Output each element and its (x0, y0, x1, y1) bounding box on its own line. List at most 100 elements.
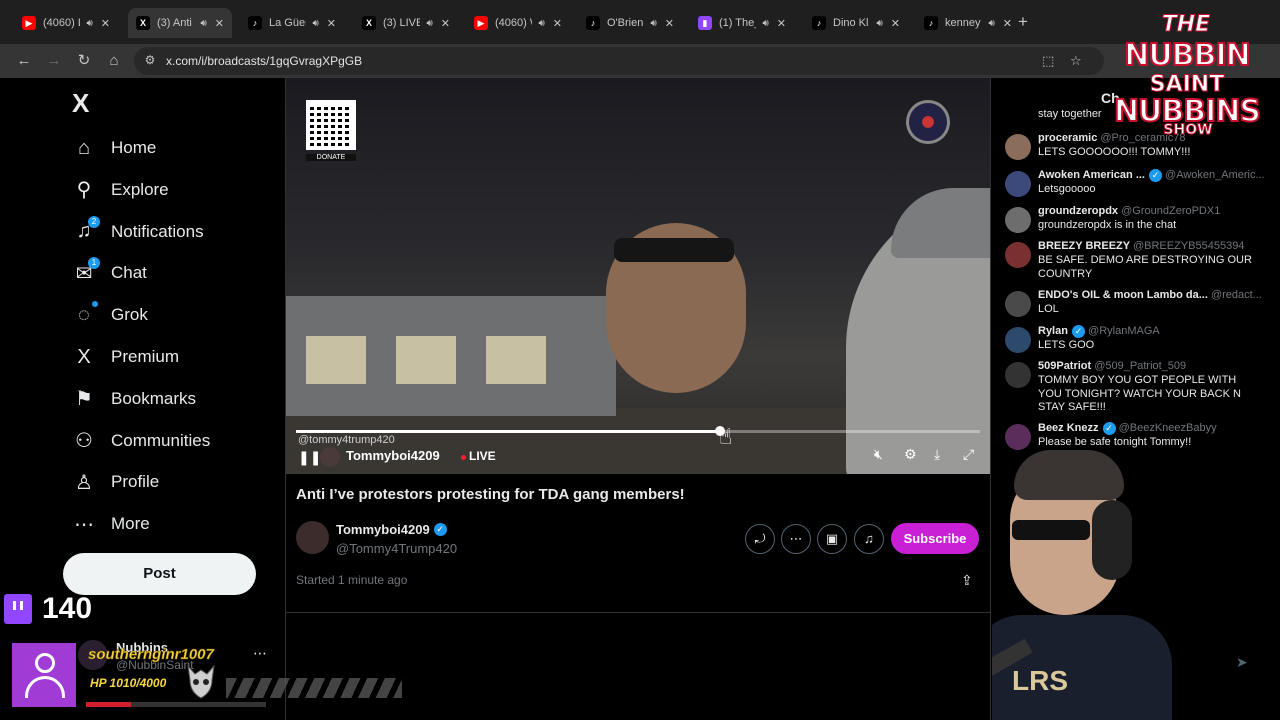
tab-title[interactable]: (3) Anti (157, 17, 194, 29)
browser-tab[interactable]: ▶ (4060) L 🔊︎ ✕ (14, 8, 118, 38)
tab-audio-icon[interactable]: 🔊︎ (876, 18, 882, 29)
unread-dot (92, 301, 98, 308)
home-browser-icon[interactable]: ⌂ (103, 50, 125, 72)
share-icon[interactable]: ⇪ (961, 572, 973, 589)
notify-bell-icon[interactable]: ♫ (854, 524, 884, 554)
chat-username[interactable]: groundzeropdx @GroundZeroPDX1 (1038, 205, 1220, 217)
new-tab-button[interactable]: + (1018, 12, 1028, 32)
chat-username[interactable]: Awoken American ... ✓ @Awoken_Americ... (1038, 169, 1265, 182)
browser-tab[interactable]: ♪ kenney 🔊︎ ✕ (916, 8, 1020, 38)
settings-icon[interactable]: ⚙ (904, 446, 917, 463)
nav-item-bookmarks[interactable]: ⚑ Bookmarks (72, 381, 196, 417)
address-bar[interactable]: ⚙ x.com/i/broadcasts/1gqGvragXPgGB ⬚ ☆ (134, 47, 1104, 75)
tab-close-icon[interactable]: ✕ (665, 17, 674, 30)
browser-tab[interactable]: X (3) Anti 🔊︎ ✕ (128, 8, 232, 38)
reload-icon[interactable]: ↻ (73, 50, 95, 72)
subscribe-button[interactable]: Subscribe (891, 523, 979, 554)
chat-avatar[interactable] (1005, 171, 1031, 197)
browser-tab[interactable]: ▶ (4060) Wat 🔊︎ ✕ (466, 8, 570, 38)
tab-audio-icon[interactable]: 🔊︎ (86, 18, 92, 29)
tab-audio-icon[interactable]: 🔊︎ (762, 18, 768, 29)
donate-qr-code[interactable] (306, 100, 356, 150)
fullscreen-icon[interactable]: ⤢ (963, 446, 974, 463)
picture-in-picture-icon[interactable]: ▣ (817, 524, 847, 554)
tab-audio-icon[interactable]: 🔊︎ (426, 18, 432, 29)
nav-item-communities[interactable]: ⚇ Communities (72, 423, 210, 459)
divider (286, 612, 990, 613)
mute-icon[interactable]: 🔇︎ (874, 446, 883, 463)
tab-close-icon[interactable]: ✕ (777, 17, 786, 30)
dock-icon[interactable]: ⤓ (934, 446, 940, 463)
chat-username[interactable]: Rylan ✓ @RylanMAGA (1038, 325, 1160, 338)
repost-icon[interactable]: ⤾ (745, 524, 775, 554)
youtube-icon: ▶ (22, 16, 36, 30)
host-avatar[interactable] (296, 521, 329, 554)
chat-avatar[interactable] (1005, 362, 1031, 388)
send-icon[interactable]: ➤ (1236, 654, 1248, 671)
chat-username[interactable]: Beez Knezz ✓ @BeezKneezBabyy (1038, 422, 1217, 435)
broadcaster-name[interactable]: Tommyboi4209 (346, 448, 440, 463)
tab-title[interactable]: O'Brien (607, 17, 644, 29)
host-name-text[interactable]: Tommyboi4209 (336, 522, 430, 537)
host-name[interactable]: Tommyboi4209 ✓ (336, 522, 447, 537)
nav-item-notifications[interactable]: ♫ 2 Notifications (72, 214, 204, 250)
tiktok-icon: ♪ (924, 16, 938, 30)
tab-audio-icon[interactable]: 🔊︎ (988, 18, 994, 29)
chat-username[interactable]: ENDO's OIL & moon Lambo da... @redact... (1038, 289, 1262, 301)
skull-icon (187, 664, 215, 699)
browser-tab[interactable]: ▮ (1) The_Flu 🔊︎ ✕ (690, 8, 794, 38)
nav-item-home[interactable]: ⌂ Home (72, 130, 156, 166)
chat-username[interactable]: BREEZY BREEZY @BREEZYB55455394 (1038, 240, 1244, 252)
video-player[interactable]: DONATE @tommy4trump420 ❚❚ Tommyboi4209 L… (286, 78, 990, 474)
tab-close-icon[interactable]: ✕ (101, 17, 110, 30)
tab-title[interactable]: (1) The_Flu (719, 17, 756, 29)
chat-avatar[interactable] (1005, 291, 1031, 317)
tab-close-icon[interactable]: ✕ (1003, 17, 1012, 30)
tab-audio-icon[interactable]: 🔊︎ (312, 18, 318, 29)
chat-username[interactable]: 509Patriot @509_Patriot_509 (1038, 360, 1186, 372)
chat-avatar[interactable] (1005, 207, 1031, 233)
tab-title[interactable]: (3) LIVE AT (383, 17, 420, 29)
nav-item-chat[interactable]: ✉ 1 Chat (72, 255, 147, 291)
tab-close-icon[interactable]: ✕ (553, 17, 562, 30)
nav-item-more[interactable]: ⋯ More (72, 506, 150, 542)
post-button[interactable]: Post (63, 553, 256, 595)
nav-item-explore[interactable]: ⚲ Explore (72, 172, 169, 208)
browser-tab[interactable]: X (3) LIVE AT 🔊︎ ✕ (354, 8, 458, 38)
browser-toolbar: ← → ↻ ⌂ ⚙ x.com/i/broadcasts/1gqGvragXPg… (0, 44, 1280, 78)
tab-title[interactable]: (4060) Wat (495, 17, 532, 29)
back-icon[interactable]: ← (13, 50, 35, 72)
tab-title[interactable]: Dino Kl (833, 17, 870, 29)
install-icon[interactable]: ⬚ (1042, 53, 1054, 69)
site-info-icon[interactable]: ⚙ (142, 53, 158, 69)
browser-tab[interactable]: ♪ Dino Kl 🔊︎ ✕ (804, 8, 908, 38)
chat-avatar[interactable] (1005, 327, 1031, 353)
x-logo-icon[interactable]: X (72, 88, 89, 119)
tab-audio-icon[interactable]: 🔊︎ (538, 18, 544, 29)
more-options-icon[interactable]: ⋯ (781, 524, 811, 554)
tab-close-icon[interactable]: ✕ (215, 17, 224, 30)
chat-avatar[interactable] (1005, 242, 1031, 268)
nav-item-premium[interactable]: X Premium (72, 339, 179, 375)
tab-title[interactable]: kenney (945, 17, 982, 29)
tab-audio-icon[interactable]: 🔊︎ (200, 18, 206, 29)
browser-tab[interactable]: ♪ La Güer 🔊︎ ✕ (240, 8, 344, 38)
tab-close-icon[interactable]: ✕ (441, 17, 450, 30)
nav-item-profile[interactable]: ♙ Profile (72, 464, 159, 500)
tab-close-icon[interactable]: ✕ (327, 17, 336, 30)
broadcaster-avatar[interactable] (320, 447, 340, 467)
chat-avatar[interactable] (1005, 134, 1031, 160)
host-handle[interactable]: @Tommy4Trump420 (336, 541, 457, 556)
url-text[interactable]: x.com/i/broadcasts/1gqGvragXPgGB (166, 54, 362, 68)
browser-tab[interactable]: ♪ O'Brien 🔊︎ ✕ (578, 8, 682, 38)
pause-icon[interactable]: ❚❚ (298, 449, 321, 466)
tab-audio-icon[interactable]: 🔊︎ (650, 18, 656, 29)
bookmark-star-icon[interactable]: ☆ (1070, 53, 1082, 69)
tab-title[interactable]: La Güer (269, 17, 306, 29)
forward-icon[interactable]: → (43, 50, 65, 72)
tab-close-icon[interactable]: ✕ (891, 17, 900, 30)
nav-item-grok[interactable]: ◌ Grok (72, 297, 148, 333)
tab-title[interactable]: (4060) L (43, 17, 80, 29)
account-more-icon[interactable]: ⋯ (253, 645, 267, 662)
video-progress-bar[interactable] (296, 426, 980, 436)
